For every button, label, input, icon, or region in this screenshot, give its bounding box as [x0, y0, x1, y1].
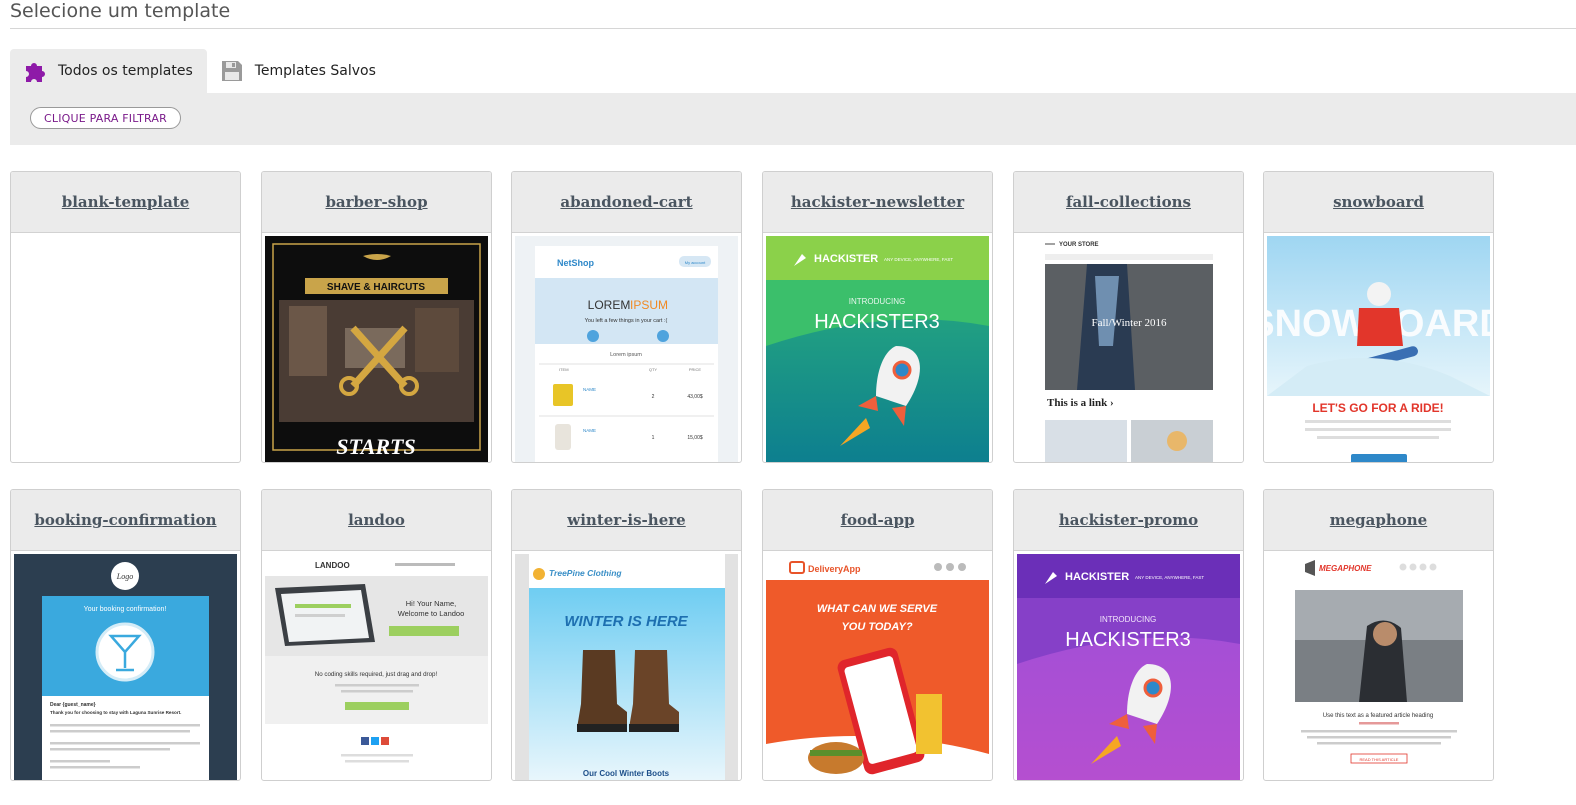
floppy-disk-icon: [219, 58, 245, 84]
treepine-brand: TreePine Clothing: [549, 568, 622, 578]
template-card-abandoned-cart[interactable]: abandoned-cart NetShop My account LOREM …: [511, 171, 742, 463]
food-headline-1: WHAT CAN WE SERVE: [817, 603, 938, 615]
template-thumbnail[interactable]: YOUR STORE Fall/Winter 2016 This is a li…: [1017, 236, 1240, 462]
template-title-link[interactable]: snowboard: [1333, 193, 1424, 211]
hackister-product: HACKISTER3: [814, 311, 940, 333]
snowboard-cta: LET'S GO FOR A RIDE!: [1312, 401, 1443, 415]
template-thumbnail[interactable]: HACKISTER ANY DEVICE, ANYWHERE, FAST INT…: [766, 236, 989, 462]
cart-row2-qty: 1: [652, 435, 655, 441]
cart-row1-price: 43,00$: [687, 394, 703, 400]
title-divider: [10, 28, 1576, 29]
tab-all-templates-label: Todos os templates: [58, 63, 193, 79]
winter-headline: WINTER IS HERE: [564, 613, 688, 630]
template-title-link[interactable]: abandoned-cart: [560, 193, 692, 211]
template-title-link[interactable]: landoo: [348, 511, 405, 529]
megaphone-heading: Use this text as a featured article head…: [1323, 713, 1433, 719]
cart-row1-name: NAME: [583, 387, 596, 392]
template-thumbnail[interactable]: SHAVE & HAIRCUTS STARTS: [265, 236, 488, 462]
template-title-link[interactable]: food-app: [841, 511, 915, 529]
megaphone-button: READ THIS ARTICLE: [1360, 757, 1399, 762]
template-title-link[interactable]: hackister-newsletter: [791, 193, 964, 211]
hackister-brand: HACKISTER: [814, 253, 878, 265]
template-card-snowboard[interactable]: snowboard SNOWBOARD LET'S GO FOR A RIDE!: [1263, 171, 1494, 463]
template-card-winter-is-here[interactable]: winter-is-here TreePine Clothing WINTER …: [511, 489, 742, 781]
template-thumbnail[interactable]: SNOWBOARD LET'S GO FOR A RIDE!: [1267, 236, 1490, 462]
food-headline-2: YOU TODAY?: [841, 621, 912, 633]
landoo-brand: LANDOO: [315, 561, 350, 570]
template-title-link[interactable]: fall-collections: [1066, 193, 1191, 211]
cart-col-item: ITEM: [559, 367, 569, 372]
tab-all-templates[interactable]: Todos os templates: [10, 49, 207, 93]
template-title-link[interactable]: winter-is-here: [567, 511, 685, 529]
template-card-fall-collections[interactable]: fall-collections YOUR STORE Fall/Winter …: [1013, 171, 1244, 463]
template-card-booking-confirmation[interactable]: booking-confirmation Logo Your booking c…: [10, 489, 241, 781]
template-thumbnail[interactable]: HACKISTER ANY DEVICE, ANYWHERE, FAST INT…: [1017, 554, 1240, 780]
hackister-promo-brand: HACKISTER: [1065, 571, 1129, 583]
cart-subline: You left a few things in your cart :(: [585, 318, 668, 324]
hackister-intro: INTRODUCING: [849, 297, 905, 306]
landoo-nocode: No coding skills required, just drag and…: [315, 671, 438, 678]
hackister-tagline: ANY DEVICE, ANYWHERE, FAST: [884, 257, 953, 262]
template-thumbnail[interactable]: DeliveryApp WHAT CAN WE SERVE YOU TODAY?: [766, 554, 989, 780]
template-card-landoo[interactable]: landoo LANDOO Hi! Your Name, Welcome to …: [261, 489, 492, 781]
template-tabs: Todos os templates Templates Salvos: [10, 49, 390, 93]
tab-saved-templates[interactable]: Templates Salvos: [207, 49, 390, 93]
megaphone-brand: MEGAPHONE: [1319, 564, 1372, 573]
fall-season-text: Fall/Winter 2016: [1091, 317, 1167, 329]
template-card-food-app[interactable]: food-app DeliveryApp WHAT CAN WE SERVE Y…: [762, 489, 993, 781]
template-thumbnail[interactable]: TreePine Clothing WINTER IS HERE Our Coo…: [515, 554, 738, 780]
booking-logo: Logo: [116, 572, 133, 581]
template-card-blank[interactable]: blank-template: [10, 171, 241, 463]
cart-headline-b: IPSUM: [630, 298, 668, 312]
booking-banner: Your booking confirmation!: [84, 606, 167, 613]
cart-row2-name: NAME: [583, 428, 596, 433]
cart-section: Lorem ipsum: [610, 352, 642, 358]
fall-link-text: This is a link ›: [1047, 397, 1114, 409]
template-thumbnail[interactable]: LANDOO Hi! Your Name, Welcome to Landoo …: [265, 554, 488, 780]
tab-saved-templates-label: Templates Salvos: [254, 63, 376, 79]
cart-row1-qty: 2: [652, 394, 655, 400]
template-title-link[interactable]: blank-template: [62, 193, 190, 211]
template-thumbnail[interactable]: [14, 236, 237, 462]
cart-row2-price: 15,00$: [687, 435, 703, 441]
hackister-promo-tagline: ANY DEVICE, ANYWHERE, FAST: [1135, 575, 1204, 580]
template-title-link[interactable]: barber-shop: [325, 193, 427, 211]
filter-bar: CLIQUE PARA FILTRAR: [10, 93, 1576, 145]
booking-greeting: Dear {guest_name}: [50, 702, 96, 708]
cart-col-price: PRICE: [689, 367, 702, 372]
cart-col-qty: QTY: [649, 367, 658, 372]
landoo-welcome: Welcome to Landoo: [398, 609, 465, 618]
template-card-barber-shop[interactable]: barber-shop SHAVE & HAIRCUTS STARTS: [261, 171, 492, 463]
barber-badge-text: SHAVE & HAIRCUTS: [327, 282, 425, 293]
booking-thanks: Thank you for choosing to stay with Lagu…: [50, 710, 181, 715]
template-thumbnail[interactable]: Logo Your booking confirmation! Dear {gu…: [14, 554, 237, 780]
hackister-promo-intro: INTRODUCING: [1100, 615, 1156, 624]
template-card-megaphone[interactable]: megaphone MEGAPHONE Use this text as a f…: [1263, 489, 1494, 781]
barber-caption-text: STARTS: [336, 434, 415, 459]
template-title-link[interactable]: booking-confirmation: [34, 511, 216, 529]
template-thumbnail[interactable]: NetShop My account LOREM IPSUM You left …: [515, 236, 738, 462]
landoo-hello: Hi! Your Name,: [406, 599, 456, 608]
cart-headline-a: LOREM: [588, 298, 631, 312]
template-title-link[interactable]: hackister-promo: [1059, 511, 1198, 529]
food-brand: DeliveryApp: [808, 564, 861, 574]
template-card-hackister-promo[interactable]: hackister-promo HACKISTER ANY DEVICE, AN…: [1013, 489, 1244, 781]
template-card-hackister-newsletter[interactable]: hackister-newsletter HACKISTER ANY DEVIC…: [762, 171, 993, 463]
page-title: Selecione um template: [10, 0, 231, 22]
filter-button[interactable]: CLIQUE PARA FILTRAR: [30, 107, 181, 129]
puzzle-icon: [22, 58, 48, 84]
netshop-brand: NetShop: [557, 258, 595, 268]
fall-store-name: YOUR STORE: [1059, 242, 1099, 248]
hackister-promo-product: HACKISTER3: [1065, 629, 1191, 651]
template-title-link[interactable]: megaphone: [1330, 511, 1427, 529]
winter-caption: Our Cool Winter Boots: [583, 769, 670, 778]
netshop-account: My account: [685, 260, 706, 265]
template-thumbnail[interactable]: MEGAPHONE Use this text as a featured ar…: [1267, 554, 1490, 780]
